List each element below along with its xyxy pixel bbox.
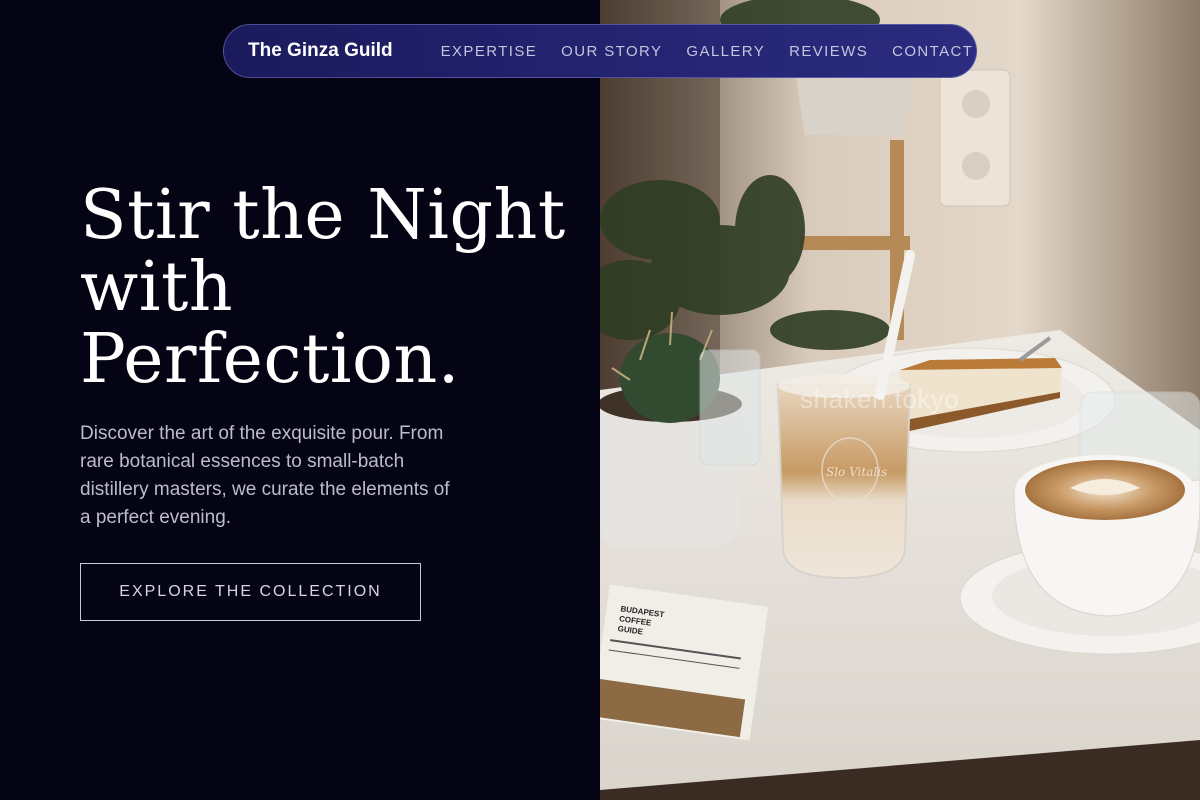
hero-description: Discover the art of the exquisite pour. … [80, 420, 530, 532]
hero-title-line: with [80, 248, 234, 327]
explore-collection-button[interactable]: EXPLORE THE COLLECTION [80, 563, 421, 621]
nav-link-expertise[interactable]: EXPERTISE [441, 43, 538, 60]
hero-description-line: distillery masters, we curate the elemen… [80, 479, 450, 500]
nav-links: EXPERTISE OUR STORY GALLERY REVIEWS CONT… [441, 43, 974, 60]
nav-link-reviews[interactable]: REVIEWS [789, 43, 868, 60]
hero-title-line: Perfection. [80, 320, 460, 399]
nav-link-contact[interactable]: CONTACT [892, 43, 973, 60]
hero-description-line: a perfect evening. [80, 507, 232, 528]
hero-title-line: Stir the Night [80, 176, 566, 255]
nav-link-gallery[interactable]: GALLERY [686, 43, 765, 60]
hero-description-line: Discover the art of the exquisite pour. … [80, 423, 444, 444]
hero-photo: BUDAPEST COFFEE GUIDE Slo Vitalis shaken… [600, 0, 1200, 800]
hero-title: Stir the Night with Perfection. [80, 176, 566, 399]
glass-logo-text: Slo Vitalis [826, 465, 887, 479]
nav-link-our-story[interactable]: OUR STORY [561, 43, 662, 60]
main-navigation: The Ginza Guild EXPERTISE OUR STORY GALL… [223, 24, 977, 78]
hero-panel: Stir the Night with Perfection. Discover… [0, 0, 600, 800]
watermark-text: shaken.tokyo [800, 384, 960, 414]
hero-description-line: rare botanical essences to small-batch [80, 451, 405, 472]
brand-logo[interactable]: The Ginza Guild [248, 40, 393, 62]
